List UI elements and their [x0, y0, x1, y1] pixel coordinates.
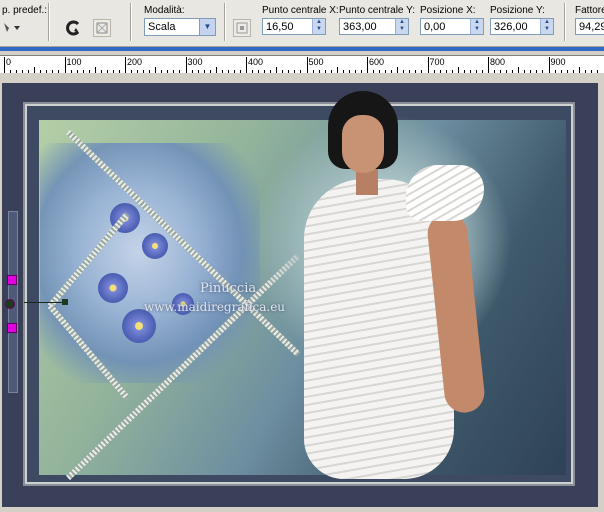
center-x-label: Punto centrale X:: [262, 5, 339, 16]
factor-field[interactable]: [575, 18, 604, 35]
separator: [564, 3, 566, 41]
ruler-label: 100: [66, 57, 82, 67]
ruler-tick: [427, 57, 429, 73]
ruler-tick: [488, 57, 489, 73]
ruler-tick: [306, 57, 308, 73]
preset-dropdown-icon[interactable]: [2, 20, 24, 36]
factor-label: Fattore: [575, 5, 604, 16]
ruler-tick: [64, 57, 66, 73]
horizontal-ruler[interactable]: 0 100 200 300 400 500 600 700 800 900: [0, 55, 604, 74]
ruler-tick: [4, 57, 5, 73]
ruler-tick: [246, 57, 247, 73]
reset-icon[interactable]: [64, 19, 82, 37]
rotation-knob[interactable]: [62, 299, 68, 305]
ruler-label: 500: [308, 57, 324, 67]
rotation-handle[interactable]: [5, 299, 15, 309]
toolbar-bottom-divider: [0, 47, 604, 51]
spin-arrows-icon[interactable]: ▲ ▼: [312, 19, 325, 34]
mode-label: Modalità:: [144, 5, 185, 16]
spin-arrows-icon[interactable]: ▲ ▼: [395, 19, 408, 34]
pos-x-field[interactable]: ▲▼: [420, 18, 484, 35]
ruler-label: 300: [187, 57, 203, 67]
pos-x-label: Posizione X:: [420, 5, 476, 16]
spin-arrows-icon[interactable]: ▲ ▼: [540, 19, 553, 34]
ruler-label: 600: [369, 57, 385, 67]
watermark-url: www.maidiregrafica.eu: [144, 300, 286, 314]
spin-arrows-icon[interactable]: ▲ ▼: [470, 19, 483, 34]
separator: [130, 3, 132, 41]
pos-y-field[interactable]: ▲▼: [490, 18, 554, 35]
rotation-line: [24, 302, 66, 303]
anchor-icon[interactable]: [233, 19, 251, 37]
ruler-label: 0: [6, 57, 12, 67]
center-x-input[interactable]: [263, 19, 313, 34]
shoulder-ruffle: [406, 165, 484, 221]
center-y-label: Punto centrale Y:: [339, 5, 415, 16]
ruler-label: 400: [248, 57, 264, 67]
separator: [48, 3, 50, 41]
mode-select[interactable]: Scala ▼: [144, 18, 216, 36]
center-y-input[interactable]: [340, 19, 396, 34]
pick-tool-icon[interactable]: [93, 19, 111, 37]
flower: [142, 233, 168, 259]
chevron-down-icon[interactable]: ▼: [199, 19, 215, 35]
pos-y-label: Posizione Y:: [490, 5, 545, 16]
ruler-tick: [548, 57, 550, 73]
ruler-tick: [125, 57, 126, 73]
mode-value: Scala: [148, 21, 176, 33]
ruler-tick: [185, 57, 187, 73]
pos-x-input[interactable]: [421, 19, 471, 34]
separator: [224, 3, 226, 41]
ruler-label: 700: [429, 57, 445, 67]
flower: [98, 273, 128, 303]
preset-label: p. predef.:: [2, 5, 48, 16]
watermark-name: Pinuccia: [200, 281, 257, 296]
face: [342, 115, 384, 173]
ruler-tick: [367, 57, 368, 73]
artwork-image[interactable]: Pinuccia www.maidiregrafica.eu: [2, 83, 598, 507]
ruler-label: 900: [550, 57, 566, 67]
transform-handles[interactable]: [5, 275, 17, 335]
ruler-label: 200: [127, 57, 143, 67]
center-y-field[interactable]: ▲▼: [339, 18, 409, 35]
canvas-area[interactable]: Pinuccia www.maidiregrafica.eu: [0, 73, 604, 512]
ruler-label: 800: [490, 57, 506, 67]
pos-y-input[interactable]: [491, 19, 541, 34]
factor-input[interactable]: [576, 19, 604, 34]
handle-bottom[interactable]: [7, 323, 17, 333]
flower-collage: [40, 143, 260, 383]
center-x-field[interactable]: ▲▼: [262, 18, 326, 35]
flower: [122, 309, 156, 343]
handle-top[interactable]: [7, 275, 17, 285]
tool-options-bar: p. predef.: Modalità: Scala ▼ Punto cent…: [0, 0, 604, 47]
